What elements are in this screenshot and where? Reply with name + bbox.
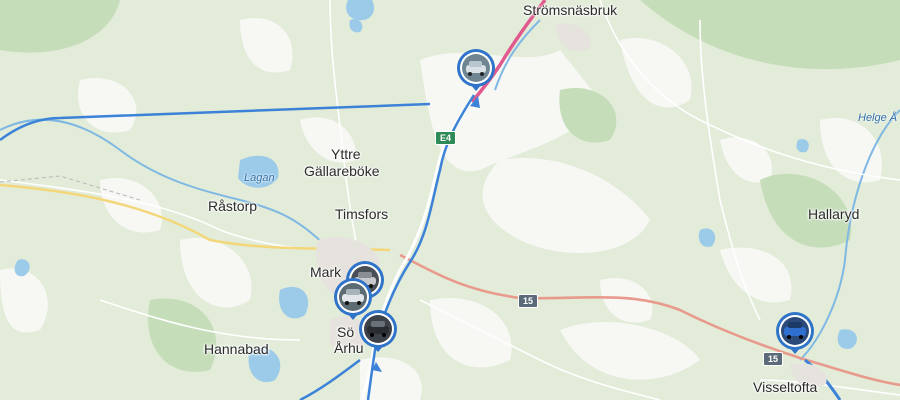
place-label-rastorp[interactable]: Råstorp xyxy=(208,199,257,214)
open-land xyxy=(0,18,882,400)
road-shield-15: 15 xyxy=(518,294,539,308)
map-base-layer xyxy=(0,0,900,400)
water-label-helge-a: Helge Å xyxy=(858,112,898,124)
place-label-stromsnasbruk[interactable]: Strömsnäsbruk xyxy=(523,3,617,18)
place-label-gallareboke[interactable]: Gällareböke xyxy=(304,164,380,179)
place-label-hallaryd[interactable]: Hallaryd xyxy=(808,207,859,222)
map-canvas[interactable]: Lagan Helge Å E4 15 15 Strömsnäsbruk Ytt… xyxy=(0,0,900,400)
place-label-yttre[interactable]: Yttre xyxy=(331,147,361,162)
route-line-sw xyxy=(299,358,361,400)
place-label-hannabad[interactable]: Hannabad xyxy=(204,342,269,357)
marker-car-markaryd-3[interactable] xyxy=(356,308,400,360)
place-label-visseltofta[interactable]: Visseltofta xyxy=(753,380,817,395)
car-photo-icon xyxy=(359,310,397,352)
car-photo-icon xyxy=(457,49,495,91)
place-label-timsfors[interactable]: Timsfors xyxy=(335,207,388,222)
marker-car-east[interactable] xyxy=(773,310,817,362)
marker-car-north[interactable] xyxy=(454,47,498,99)
road-shield-e4: E4 xyxy=(435,131,457,145)
water-label-lagan: Lagan xyxy=(244,172,275,184)
car-photo-icon xyxy=(776,312,814,354)
